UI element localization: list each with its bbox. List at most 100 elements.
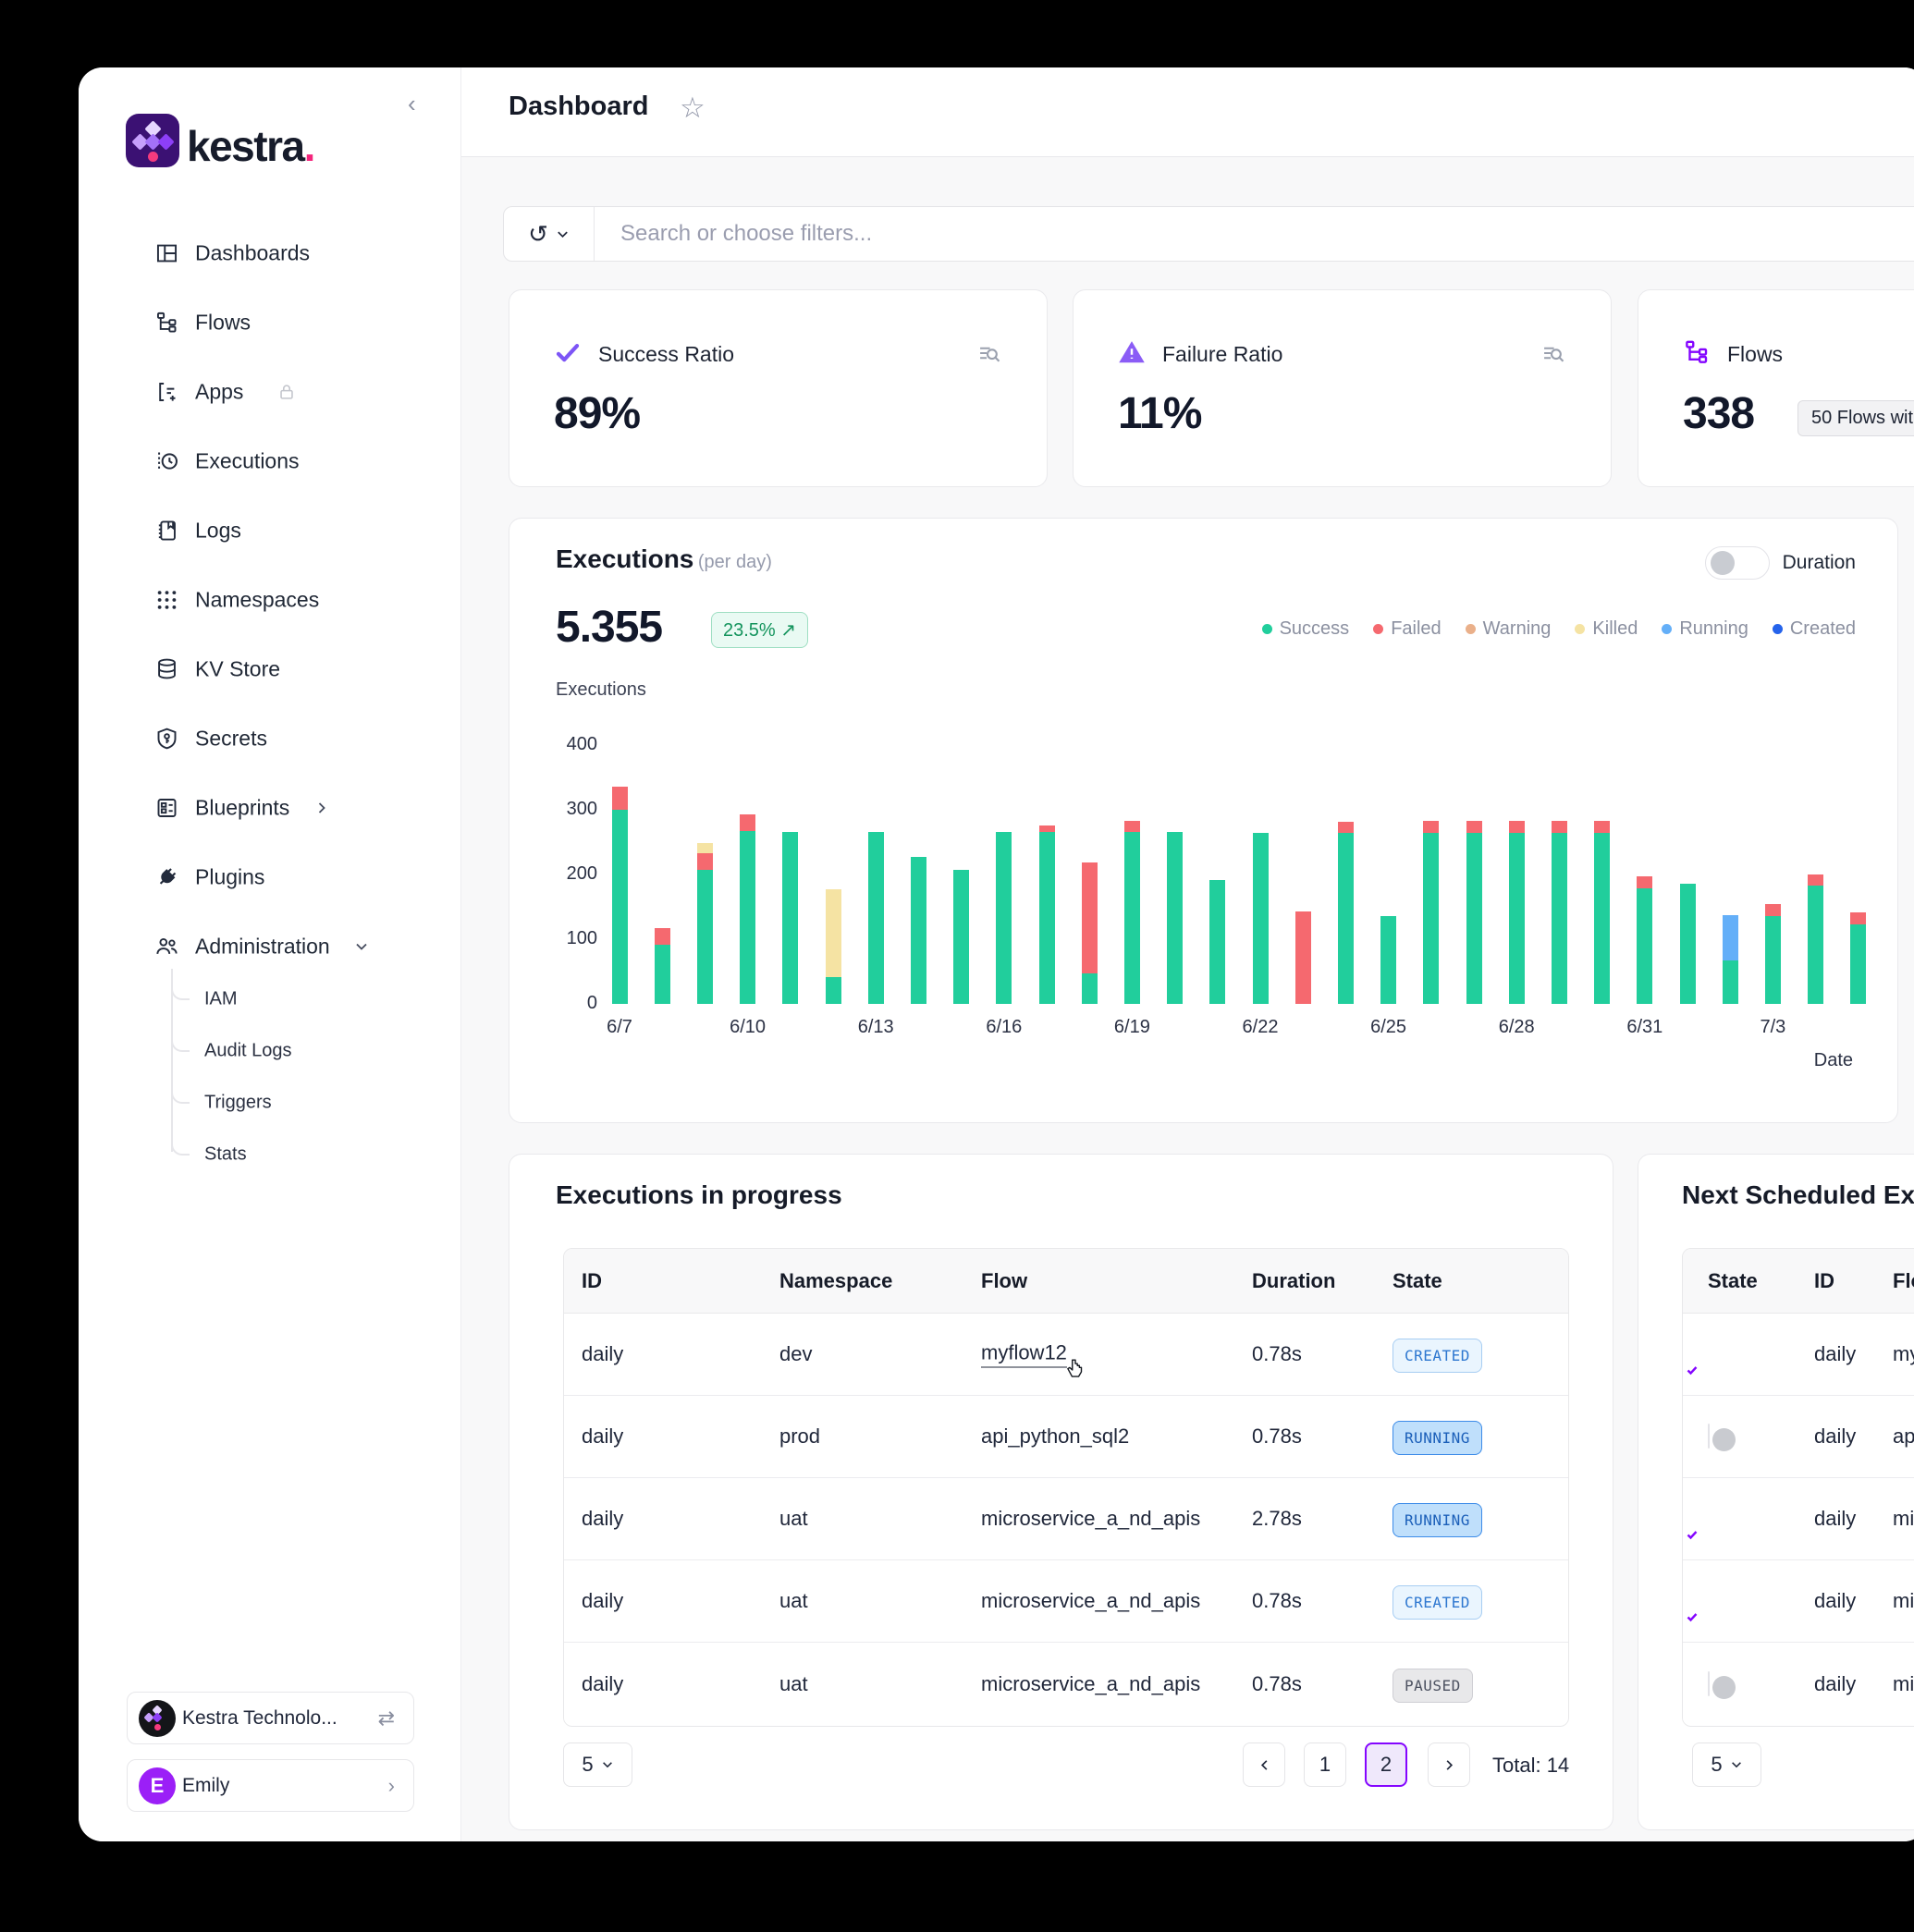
cell-flow[interactable]: microservice_a_nd_apis — [1893, 1589, 1914, 1613]
logo-wordmark: kestra. — [187, 121, 314, 171]
chart-bar[interactable] — [1082, 862, 1098, 1004]
cell-flow[interactable]: api_python_sql2 — [1893, 1425, 1914, 1449]
page-size-select[interactable]: 5 — [563, 1742, 632, 1787]
chart-bar[interactable] — [1423, 822, 1439, 1004]
namespaces-icon — [154, 587, 179, 612]
sidebar-item-dashboards[interactable]: Dashboards — [79, 218, 461, 287]
sidebar-item-stats[interactable]: Stats — [79, 1129, 461, 1180]
chart-bar[interactable] — [1466, 822, 1482, 1004]
list-search-icon[interactable] — [976, 340, 1002, 366]
cell-flow[interactable]: microservice_a_nd_apis — [1893, 1507, 1914, 1531]
chart-bar[interactable] — [782, 832, 798, 1004]
schedule-toggle[interactable] — [1708, 1671, 1710, 1696]
chart-bar-segment-success — [1723, 960, 1738, 1004]
chart-bar[interactable] — [1552, 822, 1567, 1004]
search-input[interactable] — [595, 221, 1914, 247]
logs-icon — [154, 518, 179, 543]
next-page-button[interactable] — [1428, 1742, 1470, 1787]
chart-bar[interactable] — [1295, 911, 1311, 1004]
cell-flow[interactable]: microservice_a_nd_apis — [981, 1589, 1200, 1613]
chart-bar[interactable] — [1765, 904, 1781, 1005]
sidebar-item-flows[interactable]: Flows — [79, 287, 461, 357]
cell-flow[interactable]: microservice_a_nd_apis — [1893, 1672, 1914, 1696]
user-menu[interactable]: E Emily › — [127, 1759, 414, 1812]
chart-bar-segment-failed — [1850, 912, 1866, 924]
sidebar-item-secrets[interactable]: Secrets — [79, 703, 461, 773]
chart-bar[interactable] — [1338, 822, 1354, 1004]
filter-history-dropdown[interactable]: ↺ — [504, 207, 595, 261]
chart-bar[interactable] — [655, 927, 670, 1004]
sidebar-item-plugins[interactable]: Plugins — [79, 842, 461, 911]
chart-bar[interactable] — [1509, 822, 1525, 1004]
chart-bar-segment-failed — [1295, 911, 1311, 1004]
chart-bar[interactable] — [740, 815, 755, 1004]
cell-flow[interactable]: api_python_sql2 — [981, 1425, 1129, 1449]
chart-bar[interactable] — [996, 832, 1012, 1004]
chart-bar[interactable] — [1380, 916, 1396, 1004]
legend-item[interactable]: Running — [1662, 618, 1748, 640]
chart-bar[interactable] — [826, 889, 841, 1004]
chart-bar[interactable] — [953, 870, 969, 1004]
chart-bar[interactable] — [1723, 915, 1738, 1004]
sidebar-item-blueprints[interactable]: Blueprints — [79, 773, 461, 842]
favorite-star-icon[interactable]: ☆ — [680, 92, 705, 125]
duration-toggle[interactable] — [1705, 546, 1770, 580]
prev-page-button[interactable] — [1243, 1742, 1285, 1787]
chart-bar[interactable] — [1850, 912, 1866, 1004]
stat-card-value: 11% — [1118, 388, 1201, 439]
flow-link[interactable]: myflow12 — [981, 1341, 1067, 1368]
chart-bar[interactable] — [1594, 822, 1610, 1004]
chart-bar[interactable] — [911, 857, 926, 1004]
chart-bar[interactable] — [868, 832, 884, 1004]
sidebar-item-triggers[interactable]: Triggers — [79, 1077, 461, 1129]
chart-bar[interactable] — [1209, 880, 1225, 1004]
tenant-switcher[interactable]: Kestra Technolo... ⇄ — [127, 1692, 414, 1744]
chart-bar[interactable] — [1124, 821, 1140, 1004]
x-axis-tick: 6/13 — [858, 1017, 894, 1038]
page-button-1[interactable]: 1 — [1304, 1742, 1346, 1787]
table-row: daily dev myflow12 0.78s CREATED — [564, 1314, 1568, 1396]
sidebar-item-administration[interactable]: Administration — [79, 911, 461, 981]
chart-bar[interactable] — [1808, 874, 1823, 1004]
chart-bar-segment-success — [1509, 833, 1525, 1004]
chart-bar[interactable] — [1680, 885, 1696, 1005]
cell-flow[interactable]: microservice_a_nd_apis — [981, 1507, 1200, 1531]
x-axis-tick: 6/19 — [1114, 1017, 1150, 1038]
chart-bar-segment-success — [1637, 888, 1652, 1004]
sidebar-item-logs[interactable]: Logs — [79, 495, 461, 565]
legend-item[interactable]: Failed — [1373, 618, 1441, 640]
legend-item[interactable]: Success — [1262, 618, 1350, 640]
chart-bar[interactable] — [1637, 877, 1652, 1004]
chart-bar[interactable] — [1253, 833, 1269, 1004]
sidebar-item-apps[interactable]: Apps — [79, 357, 461, 426]
chart-bar[interactable] — [612, 788, 628, 1005]
sidebar-item-executions[interactable]: Executions — [79, 426, 461, 495]
list-search-icon[interactable] — [1540, 340, 1566, 366]
sidebar-item-iam[interactable]: IAM — [79, 973, 461, 1025]
kestra-logo-icon[interactable] — [126, 114, 179, 167]
chart-bar[interactable] — [1039, 825, 1055, 1004]
schedule-toggle[interactable] — [1708, 1424, 1710, 1449]
cell-namespace: uat — [779, 1672, 808, 1696]
legend-item[interactable]: Killed — [1575, 618, 1638, 640]
main-content: Dashboard ☆ ↺ Success Ratio 89% Failure … — [461, 67, 1914, 1841]
chart-bar-segment-failed — [1423, 821, 1439, 833]
table-row: daily uat microservice_a_nd_apis 0.78s C… — [564, 1560, 1568, 1643]
cell-flow[interactable]: myflow12 — [1893, 1342, 1914, 1366]
chart-bar[interactable] — [697, 843, 713, 1004]
legend-item[interactable]: Warning — [1466, 618, 1552, 640]
page-button-2[interactable]: 2 — [1365, 1742, 1407, 1787]
cell-id: daily — [1814, 1342, 1856, 1366]
sidebar-collapse-button[interactable]: ‹ — [408, 92, 416, 116]
dashboards-icon — [154, 240, 179, 265]
sidebar-item-audit-logs[interactable]: Audit Logs — [79, 1025, 461, 1077]
cell-flow[interactable]: microservice_a_nd_apis — [981, 1672, 1200, 1696]
chart-bar[interactable] — [1167, 832, 1183, 1004]
legend-item[interactable]: Created — [1773, 618, 1856, 640]
sidebar-item-kv-store[interactable]: KV Store — [79, 634, 461, 703]
chart-bar-segment-success — [1423, 833, 1439, 1004]
cell-id: daily — [582, 1425, 623, 1449]
sidebar-item-namespaces[interactable]: Namespaces — [79, 565, 461, 634]
executions-icon — [154, 448, 179, 473]
page-size-select[interactable]: 5 — [1692, 1742, 1761, 1787]
